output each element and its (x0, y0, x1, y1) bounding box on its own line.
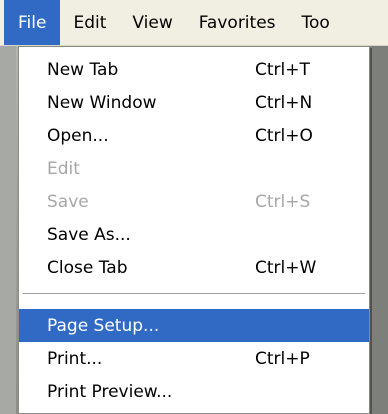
menu-item-label: Print... (47, 348, 103, 369)
menu-item-edit: Edit (19, 152, 369, 185)
menu-item-label: Save (47, 191, 89, 212)
menubar-favorites[interactable]: Favorites (186, 0, 289, 45)
menu-item-save: Save Ctrl+S (19, 185, 369, 218)
menu-item-new-tab[interactable]: New Tab Ctrl+T (19, 53, 369, 86)
menubar-file[interactable]: File (4, 0, 61, 45)
menu-item-open[interactable]: Open... Ctrl+O (19, 119, 369, 152)
menu-item-page-setup[interactable]: Page Setup... (19, 309, 369, 342)
menu-item-label: New Window (47, 92, 157, 113)
menu-item-print-preview[interactable]: Print Preview... (19, 375, 369, 408)
menu-item-save-as[interactable]: Save As... (19, 218, 369, 251)
menu-item-label: New Tab (47, 59, 119, 80)
menu-item-shortcut: Ctrl+O (255, 125, 313, 146)
menu-item-shortcut: Ctrl+P (255, 348, 310, 369)
menu-item-label: Page Setup... (47, 315, 160, 336)
menu-item-print[interactable]: Print... Ctrl+P (19, 342, 369, 375)
menubar-view[interactable]: View (119, 0, 185, 45)
menubar-tools[interactable]: Too (289, 0, 343, 45)
menu-item-label: Open... (47, 125, 109, 146)
menubar-edit[interactable]: Edit (60, 0, 119, 45)
file-menu-dropdown: New Tab Ctrl+T New Window Ctrl+N Open...… (18, 46, 370, 414)
menu-item-label: Print Preview... (47, 381, 173, 402)
menu-separator (23, 293, 365, 295)
menu-item-label: Save As... (47, 224, 131, 245)
menu-item-label: Edit (47, 158, 80, 179)
menu-item-shortcut: Ctrl+T (255, 59, 310, 80)
backdrop-left-strip (0, 46, 16, 414)
backdrop-right-strip (368, 46, 388, 414)
menu-item-shortcut: Ctrl+S (255, 191, 311, 212)
menu-item-shortcut: Ctrl+N (255, 92, 313, 113)
menu-item-close-tab[interactable]: Close Tab Ctrl+W (19, 251, 369, 284)
menu-item-new-window[interactable]: New Window Ctrl+N (19, 86, 369, 119)
menu-item-label: Close Tab (47, 257, 128, 278)
menu-item-shortcut: Ctrl+W (255, 257, 317, 278)
menu-bar: File Edit View Favorites Too (0, 0, 388, 46)
